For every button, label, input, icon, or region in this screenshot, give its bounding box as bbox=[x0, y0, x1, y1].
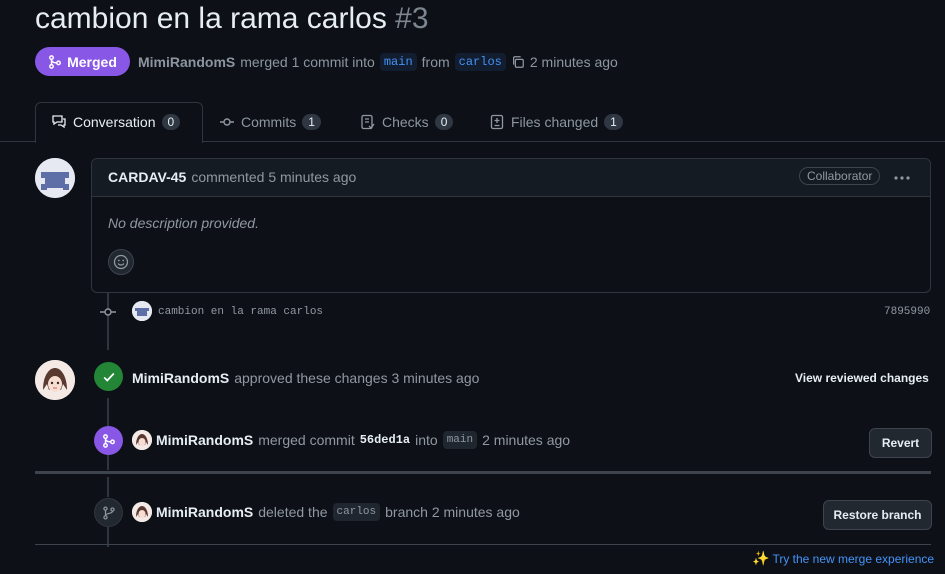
deleted-branch: carlos bbox=[332, 503, 381, 521]
merge-into-text: into bbox=[415, 432, 438, 448]
merge-event-time: 2 minutes ago bbox=[482, 432, 571, 448]
merge-author-link[interactable]: MimiRandomS bbox=[156, 432, 253, 448]
tab-counter: 0 bbox=[161, 114, 181, 130]
tab-label: Commits bbox=[241, 114, 297, 130]
merge-event-text: merged commit bbox=[258, 432, 355, 448]
timeline-line bbox=[107, 477, 109, 497]
comment-author-link[interactable]: CARDAV-45 bbox=[108, 169, 186, 185]
commit-icon bbox=[99, 304, 117, 323]
tab-commits[interactable]: Commits 1 bbox=[219, 114, 321, 130]
merge-time: 2 minutes ago bbox=[529, 54, 618, 70]
try-merge-experience-link[interactable]: ✨ Try the new merge experience bbox=[752, 550, 934, 567]
identicon-icon bbox=[132, 301, 152, 321]
delete-author-link[interactable]: MimiRandomS bbox=[156, 504, 253, 520]
from-text: from bbox=[421, 54, 450, 70]
git-merge-icon bbox=[102, 433, 115, 448]
branch-event-badge bbox=[94, 498, 123, 527]
timeline-separator bbox=[35, 471, 931, 474]
avatar[interactable] bbox=[35, 158, 75, 198]
status-badge: Merged bbox=[35, 47, 130, 76]
head-branch[interactable]: carlos bbox=[454, 53, 506, 71]
check-icon bbox=[103, 372, 114, 382]
review-event: MimiRandomS approved these changes 3 min… bbox=[132, 370, 479, 386]
review-text: approved these changes 3 minutes ago bbox=[234, 370, 480, 386]
commit-message-link[interactable]: cambion en la rama carlos bbox=[158, 306, 323, 318]
avatar[interactable] bbox=[132, 301, 152, 321]
view-reviewed-changes-button[interactable]: View reviewed changes bbox=[795, 371, 929, 385]
merge-branch[interactable]: main bbox=[442, 431, 478, 449]
file-diff-icon bbox=[490, 114, 504, 130]
status-label: Merged bbox=[67, 53, 117, 70]
git-merge-icon bbox=[49, 54, 62, 69]
try-link-label: Try the new merge experience bbox=[772, 551, 935, 566]
pr-number: #3 bbox=[395, 2, 429, 35]
tab-label: Conversation bbox=[73, 114, 156, 130]
tab-conversation[interactable]: Conversation 0 bbox=[51, 114, 181, 130]
comment-meta: CARDAV-45 commented 5 minutes ago bbox=[108, 169, 356, 185]
conversation-icon bbox=[52, 115, 66, 129]
page-title: cambion en la rama carlos #3 bbox=[35, 2, 429, 36]
user-avatar-icon bbox=[132, 430, 152, 450]
avatar[interactable] bbox=[132, 502, 152, 522]
user-avatar-icon bbox=[132, 502, 152, 522]
revert-button[interactable]: Revert bbox=[869, 428, 932, 458]
tab-counter: 1 bbox=[302, 114, 321, 130]
git-branch-icon bbox=[102, 505, 115, 520]
tab-files-changed[interactable]: Files changed 1 bbox=[489, 114, 623, 130]
pr-author-link[interactable]: MimiRandomS bbox=[138, 54, 235, 70]
kebab-menu-icon[interactable] bbox=[892, 168, 912, 191]
checklist-icon bbox=[361, 114, 375, 130]
merge-commit-sha-link[interactable]: 56ded1a bbox=[360, 433, 410, 447]
smiley-icon bbox=[113, 254, 129, 270]
bottom-divider bbox=[35, 544, 931, 545]
add-reaction-button[interactable] bbox=[108, 249, 134, 275]
tab-checks[interactable]: Checks 0 bbox=[360, 114, 454, 130]
restore-branch-button[interactable]: Restore branch bbox=[823, 500, 932, 530]
copy-icon[interactable] bbox=[511, 55, 525, 69]
delete-event-text: deleted the bbox=[258, 504, 328, 520]
commit-sha-link[interactable]: 7895990 bbox=[884, 306, 930, 318]
comment-action: commented 5 minutes ago bbox=[191, 169, 357, 185]
delete-event-time: branch 2 minutes ago bbox=[385, 504, 520, 520]
tab-counter: 0 bbox=[434, 114, 454, 130]
review-author-link[interactable]: MimiRandomS bbox=[132, 370, 229, 386]
pr-meta: MimiRandomS merged 1 commit into main fr… bbox=[138, 53, 618, 71]
approved-badge bbox=[94, 362, 123, 391]
role-badge: Collaborator bbox=[799, 167, 881, 185]
tab-counter: 1 bbox=[604, 114, 623, 130]
pr-title: cambion en la rama carlos bbox=[35, 2, 387, 35]
tab-label: Files changed bbox=[511, 114, 599, 130]
merge-event: MimiRandomS merged commit 56ded1a into m… bbox=[156, 431, 570, 449]
base-branch[interactable]: main bbox=[379, 53, 417, 71]
identicon-icon bbox=[35, 158, 75, 198]
commit-icon bbox=[220, 118, 234, 126]
avatar[interactable] bbox=[132, 430, 152, 450]
merge-text: merged 1 commit into bbox=[240, 54, 375, 70]
tab-label: Checks bbox=[382, 114, 429, 130]
merged-event-badge bbox=[94, 426, 123, 455]
sparkles-icon: ✨ bbox=[752, 550, 770, 566]
user-avatar-icon bbox=[35, 360, 75, 400]
comment-body: No description provided. bbox=[108, 215, 259, 231]
avatar[interactable] bbox=[35, 360, 75, 400]
delete-branch-event: MimiRandomS deleted the carlos branch 2 … bbox=[156, 503, 520, 521]
